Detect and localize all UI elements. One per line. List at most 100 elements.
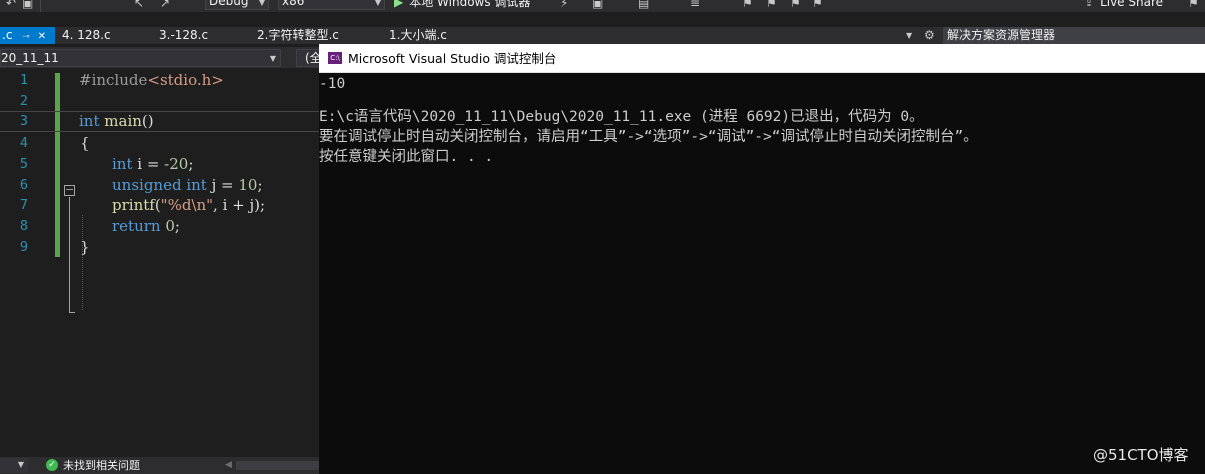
console-titlebar[interactable]: C:\ Microsoft Visual Studio 调试控制台 [319,44,1205,73]
chevron-down-icon: ▼ [374,0,381,7]
project-name: 20_11_11 [1,51,59,65]
window-icon[interactable]: ▣ [592,0,603,10]
tab-128[interactable]: 4. 128.c [62,27,111,44]
function-name: main [104,112,142,130]
include-header: <stdio.h> [147,71,224,89]
bookmark-next-icon[interactable]: ⚑ [790,0,801,10]
format-icon[interactable]: ▤ [638,0,649,10]
tab-label: 4. 128.c [62,28,111,42]
chevron-down-icon: ▼ [269,54,276,63]
number-literal: 10 [238,176,258,194]
tab-char-to-int[interactable]: 2.字符转整型.c [257,27,339,44]
keyword: return [112,217,161,235]
keyword: unsigned int [112,176,207,194]
bookmark-prev-icon[interactable]: ⚑ [766,0,777,10]
code-line-3[interactable]: 3 int main() [0,111,320,132]
line-number: 6 [19,177,28,193]
tab-label: 3.-128.c [159,28,209,42]
tab-minus-128[interactable]: 3.-128.c [159,27,208,44]
code-line-6[interactable]: 6 unsigned int j = 10; [0,175,320,196]
gear-icon[interactable]: ⚙ [924,27,935,44]
comment-icon[interactable]: ≡ [690,0,700,10]
keyword: int [79,112,100,130]
tab-endianness[interactable]: 1.大小端.c [389,27,447,44]
hot-reload-icon[interactable]: ⚡ [560,0,568,10]
keyword: int [112,155,133,173]
platform-value: x86 [282,0,305,8]
bookmark-clear-icon[interactable]: ⚑ [812,0,823,10]
issues-status[interactable]: 未找到相关问题 [63,457,140,474]
start-debugger-label: 本地 Windows 调试器 [409,0,531,9]
scroll-left-icon[interactable]: ◀ [225,457,232,474]
redo-arrow-icon[interactable]: ↗ [160,0,170,10]
code-line-8[interactable]: 8 return 0; [0,216,320,237]
navigation-bar: 20_11_11 ▼ (全 [0,47,326,68]
console-output[interactable]: -10 E:\c语言代码\2020_11_11\Debug\2020_11_11… [319,74,1205,474]
code-line-9[interactable]: 9 } [0,237,320,258]
start-debugger-button[interactable]: ▶ 本地 Windows 调试器 [394,0,530,9]
zoom-dropdown[interactable]: ▼ [0,458,28,473]
fold-guide-end [69,312,75,313]
code-text: ; [188,155,194,173]
share-icon: ⇪ [1084,0,1095,9]
line-number: 3 [19,113,28,129]
undo-icon[interactable]: ↶ [6,0,16,10]
play-icon: ▶ [394,0,404,9]
tab-active-file[interactable]: .c ⊸ ✕ [0,27,55,44]
live-share-button[interactable]: ⇪ Live Share [1084,0,1163,9]
config-value: Debug [209,0,249,8]
live-share-label: Live Share [1100,0,1164,9]
code-line-4[interactable]: 4 { [0,133,320,154]
tab-label: 2.字符转整型.c [257,28,339,42]
line-number: 1 [19,72,28,88]
horizontal-scrollbar[interactable] [236,461,320,470]
number-literal: 0 [165,217,175,235]
solution-explorer-title: 解决方案资源管理器 [947,28,1056,42]
line-number: 5 [19,156,28,172]
code-line-1[interactable]: 1 #include<stdio.h> [0,70,320,91]
number-literal: -20 [164,155,189,173]
watermark: @51CTO博客 [1093,446,1189,464]
tab-label: 1.大小端.c [389,28,447,42]
code-text: , i + j); [213,196,266,214]
code-line-5[interactable]: 5 int i = -20; [0,154,320,175]
tab-overflow-chevron-icon[interactable]: ▼ [906,28,912,44]
editor-status-bar: ▼ ✓ 未找到相关问题 ◀ [0,457,320,474]
pin-icon[interactable]: ⊸ [22,32,30,42]
bookmark-icon[interactable]: ⚑ [742,0,753,10]
code-line-7[interactable]: 7 printf("%d\n", i + j); [0,195,320,216]
line-number: 9 [19,239,28,255]
feedback-icon[interactable]: ⚑ [1188,0,1199,10]
line-number: 8 [19,218,28,234]
console-line: E:\c语言代码\2020_11_11\Debug\2020_11_11.exe… [319,109,924,125]
project-dropdown[interactable]: 20_11_11 ▼ [0,49,281,67]
function-name: printf [112,196,155,214]
save-icon[interactable]: ▣ [22,0,33,10]
undo-arrow-icon[interactable]: ↖ [134,0,144,10]
console-line: -10 [319,76,346,92]
config-dropdown[interactable]: Debug ▼ [205,0,269,10]
close-icon[interactable]: ✕ [38,31,46,42]
string-literal: "%d\n" [160,196,214,214]
code-text: { [80,134,90,152]
code-text: } [80,238,90,256]
solution-explorer-header[interactable]: 解决方案资源管理器 [943,27,1205,44]
platform-dropdown[interactable]: x86 ▼ [278,0,385,10]
chevron-down-icon: ▼ [258,0,265,7]
chevron-down-icon: ▼ [17,460,24,469]
console-line: 按任意键关闭此窗口. . . [319,149,494,165]
code-text: i = [132,155,165,173]
toolbar-separator [40,0,41,12]
preprocessor-directive: #include [79,71,148,89]
line-number: 7 [19,197,28,213]
code-text: ; [257,176,263,194]
code-text: ; [174,217,180,235]
code-editor[interactable]: − 1 #include<stdio.h> 2 3 int main() 4 {… [0,68,320,457]
code-line-2[interactable]: 2 [0,91,320,112]
console-line: 要在调试停止时自动关闭控制台，请启用“工具”->“选项”->“调试”->“调试停… [319,129,978,145]
tab-label: .c [2,28,13,42]
console-icon-text: C:\ [330,54,340,62]
line-number: 2 [19,93,28,109]
check-icon: ✓ [46,459,58,471]
debug-console-window[interactable]: C:\ Microsoft Visual Studio 调试控制台 -10 E:… [319,44,1205,474]
